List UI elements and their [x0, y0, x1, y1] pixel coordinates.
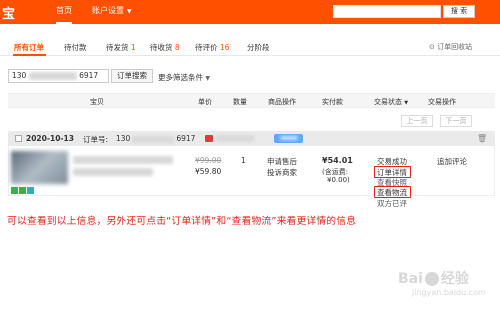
order-number-prefix: 130: [116, 134, 131, 143]
paid-amount: ¥54.01: [322, 156, 353, 165]
header-item: 宝贝: [90, 98, 104, 106]
tab-all-orders[interactable]: 所有订单: [14, 42, 44, 53]
header-unit-price: 单价: [198, 98, 212, 106]
tab-to-ship-count: 1: [130, 43, 136, 52]
tab-to-review-label: 待评价: [195, 43, 218, 52]
tab-to-ship[interactable]: 待发货 1: [106, 42, 136, 53]
header-trade-status[interactable]: 交易状态 ▼: [374, 97, 408, 107]
tab-to-review-count: 16: [219, 43, 230, 52]
order-header: 2020-10-13 订单号: 130 6917 🗑: [8, 131, 495, 146]
taobao-logo[interactable]: 宝: [2, 3, 15, 22]
order-number-suffix: 6917: [176, 134, 196, 143]
order-select-checkbox[interactable]: [15, 135, 22, 142]
chevron-down-icon: ▼: [404, 100, 409, 106]
active-tab-indicator: [13, 54, 46, 56]
mutual-review-text: 双方已评: [377, 199, 407, 208]
watermark-brand2: 经验: [440, 271, 469, 287]
unit-price: ¥59.80: [195, 167, 222, 176]
header-trade-actions: 交易操作: [428, 98, 456, 106]
search-input[interactable]: [333, 5, 441, 18]
nav-account-label: 账户设置: [92, 6, 124, 15]
header-quantity: 数量: [233, 98, 247, 106]
chat-seller-badge[interactable]: [274, 134, 303, 143]
redacted-order-digits: [132, 135, 175, 143]
quantity: 1: [241, 156, 246, 165]
baidu-jingyan-watermark: Bai 经验: [398, 268, 469, 288]
tab-to-review[interactable]: 待评价 16: [195, 42, 229, 53]
order-input-prefix: 130: [12, 71, 27, 80]
order-item-row: ¥99.00 ¥59.80 1 申请售后 投诉商家 ¥54.01 (含运费: ¥…: [8, 146, 495, 208]
tab-to-receive[interactable]: 待收货 8: [150, 42, 180, 53]
tab-to-receive-count: 8: [174, 43, 180, 52]
order-number-input[interactable]: 130 6917: [8, 69, 109, 83]
recycle-bin-icon: ⊙: [429, 43, 435, 51]
order-recycle-bin-link[interactable]: ⊙ 订单回收站: [429, 42, 472, 52]
nav-account-settings[interactable]: 账户设置 ▼: [92, 0, 132, 24]
header-paid-amount: 实付款: [322, 98, 343, 106]
tab-installment[interactable]: 分阶段: [247, 42, 270, 53]
redacted-order-digits: [28, 72, 77, 80]
order-number-label: 订单号:: [83, 135, 109, 144]
tab-to-ship-label: 待发货: [106, 43, 129, 52]
chevron-down-icon: ▼: [127, 8, 132, 15]
redacted-product-title[interactable]: [73, 156, 173, 164]
highlight-view-logistics: [374, 186, 411, 198]
add-review-link[interactable]: 追加评论: [437, 156, 467, 167]
guarantee-icon: [11, 187, 18, 194]
tab-to-receive-label: 待收货: [150, 43, 173, 52]
baidu-paw-icon: [424, 272, 439, 286]
chevron-down-icon: ▼: [205, 75, 211, 82]
watermark-brand: Bai: [398, 271, 423, 287]
complain-seller-link[interactable]: 投诉商家: [267, 167, 297, 178]
shipping-fee: ¥0.00): [327, 176, 350, 184]
redacted-product-title: [73, 168, 153, 176]
order-search-button[interactable]: 订单搜索: [111, 69, 153, 83]
order-tabs: 所有订单 待付款 待发货 1 待收货 8 待评价 16 分阶段: [0, 38, 500, 56]
more-filter-conditions[interactable]: 更多筛选条件 ▼: [158, 72, 210, 83]
watermark-url: jingyan.baidu.com: [412, 288, 486, 297]
search-button[interactable]: 搜 索: [443, 5, 475, 18]
next-page-button[interactable]: 下一页: [440, 115, 472, 127]
order-date: 2020-10-13: [26, 134, 74, 143]
top-nav-bar: 宝 首页 账户设置 ▼ 搜 索: [0, 0, 500, 24]
apply-aftersale-link[interactable]: 申请售后: [267, 156, 297, 167]
highlight-order-detail: [374, 166, 411, 178]
header-item-actions: 商品操作: [268, 98, 296, 106]
order-input-suffix: 6917: [79, 71, 99, 80]
tab-to-pay[interactable]: 待付款: [64, 42, 87, 53]
product-thumbnail[interactable]: [11, 151, 68, 184]
guarantee-icon: [19, 187, 26, 194]
header-trade-status-label: 交易状态: [374, 98, 402, 106]
order-number: 130 6917: [116, 134, 195, 143]
more-filter-label: 更多筛选条件: [158, 73, 203, 82]
nav-home[interactable]: 首页: [56, 0, 72, 24]
service-icon: [27, 187, 34, 194]
recycle-bin-label: 订单回收站: [437, 43, 473, 51]
badge-label-blurred: [279, 135, 298, 140]
shop-icon: [205, 135, 213, 142]
order-table-header: 宝贝 单价 数量 商品操作 实付款 交易状态 ▼ 交易操作: [8, 93, 495, 108]
instruction-caption: 可以查看到以上信息，另外还可点击“订单详情”和“查看物流”来看更详情的信息: [7, 216, 357, 227]
redacted-shop-name[interactable]: [216, 135, 254, 142]
trash-icon[interactable]: 🗑: [477, 134, 487, 143]
product-badges: [11, 187, 35, 194]
original-price: ¥99.00: [195, 156, 222, 165]
prev-page-button[interactable]: 上一页: [401, 115, 433, 127]
